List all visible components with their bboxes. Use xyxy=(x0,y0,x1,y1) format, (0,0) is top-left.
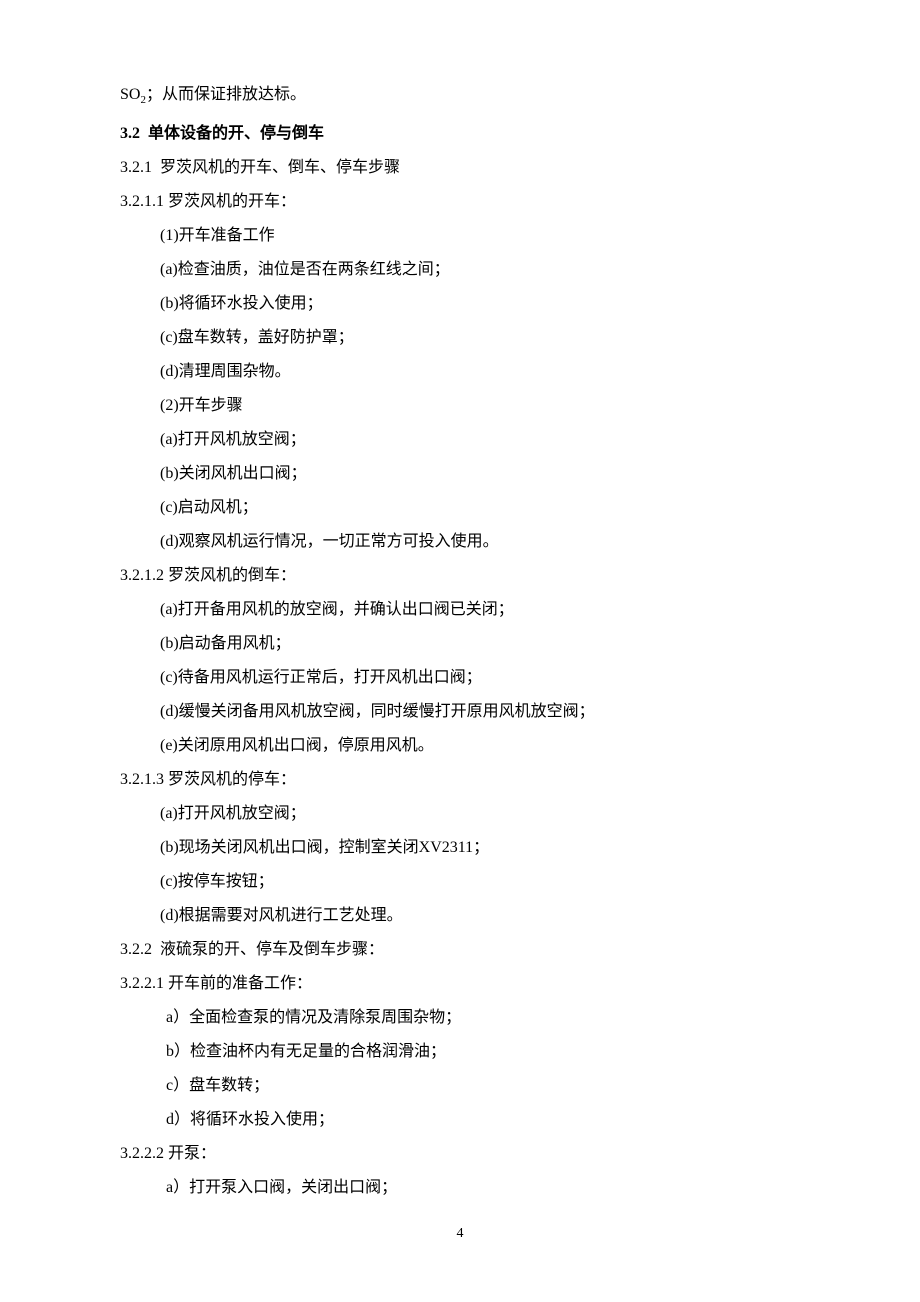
list-item: (c)待备用风机运行正常后，打开风机出口阀； xyxy=(120,661,800,695)
list-item: a）打开泵入口阀，关闭出口阀； xyxy=(120,1171,800,1205)
prev-section-tail: SO2；从而保证排放达标。 xyxy=(120,78,800,117)
list-item: d）将循环水投入使用； xyxy=(120,1103,800,1137)
heading-3-2-1-1: 3.2.1.1 罗茨风机的开车： xyxy=(120,185,800,219)
list-item: (b)关闭风机出口阀； xyxy=(120,457,800,491)
so2-prefix: SO xyxy=(120,86,140,103)
list-item: (d)观察风机运行情况，一切正常方可投入使用。 xyxy=(120,525,800,559)
list-item: (b)启动备用风机； xyxy=(120,627,800,661)
heading-3-2-2-1: 3.2.2.1 开车前的准备工作： xyxy=(120,967,800,1001)
list-item: (a)打开备用风机的放空阀，并确认出口阀已关闭； xyxy=(120,593,800,627)
document-page: SO2；从而保证排放达标。 3.2 单体设备的开、停与倒车 3.2.1 罗茨风机… xyxy=(0,0,920,1302)
list-item: (a)打开风机放空阀； xyxy=(120,423,800,457)
list-item: c）盘车数转； xyxy=(120,1069,800,1103)
so2-suffix: ；从而保证排放达标。 xyxy=(146,86,306,103)
heading-3-2-1: 3.2.1 罗茨风机的开车、倒车、停车步骤 xyxy=(120,151,800,185)
list-item: (1)开车准备工作 xyxy=(120,219,800,253)
list-item: b）检查油杯内有无足量的合格润滑油； xyxy=(120,1035,800,1069)
section-3-2-heading: 3.2 单体设备的开、停与倒车 xyxy=(120,117,800,151)
list-item: (b)现场关闭风机出口阀，控制室关闭XV2311； xyxy=(120,831,800,865)
list-item: (e)关闭原用风机出口阀，停原用风机。 xyxy=(120,729,800,763)
list-item: (2)开车步骤 xyxy=(120,389,800,423)
heading-3-2-2-2: 3.2.2.2 开泵： xyxy=(120,1137,800,1171)
page-number: 4 xyxy=(0,1226,920,1242)
heading-3-2-1-2: 3.2.1.2 罗茨风机的倒车： xyxy=(120,559,800,593)
list-item: (d)根据需要对风机进行工艺处理。 xyxy=(120,899,800,933)
list-item: (a)检查油质，油位是否在两条红线之间； xyxy=(120,253,800,287)
list-item: (c)启动风机； xyxy=(120,491,800,525)
list-item: (d)清理周围杂物。 xyxy=(120,355,800,389)
list-item: (b)将循环水投入使用； xyxy=(120,287,800,321)
list-item: (c)盘车数转，盖好防护罩； xyxy=(120,321,800,355)
heading-3-2-1-3: 3.2.1.3 罗茨风机的停车： xyxy=(120,763,800,797)
list-item: (c)按停车按钮； xyxy=(120,865,800,899)
list-item: (d)缓慢关闭备用风机放空阀，同时缓慢打开原用风机放空阀； xyxy=(120,695,800,729)
list-item: a）全面检查泵的情况及清除泵周围杂物； xyxy=(120,1001,800,1035)
heading-3-2-2: 3.2.2 液硫泵的开、停车及倒车步骤： xyxy=(120,933,800,967)
list-item: (a)打开风机放空阀； xyxy=(120,797,800,831)
